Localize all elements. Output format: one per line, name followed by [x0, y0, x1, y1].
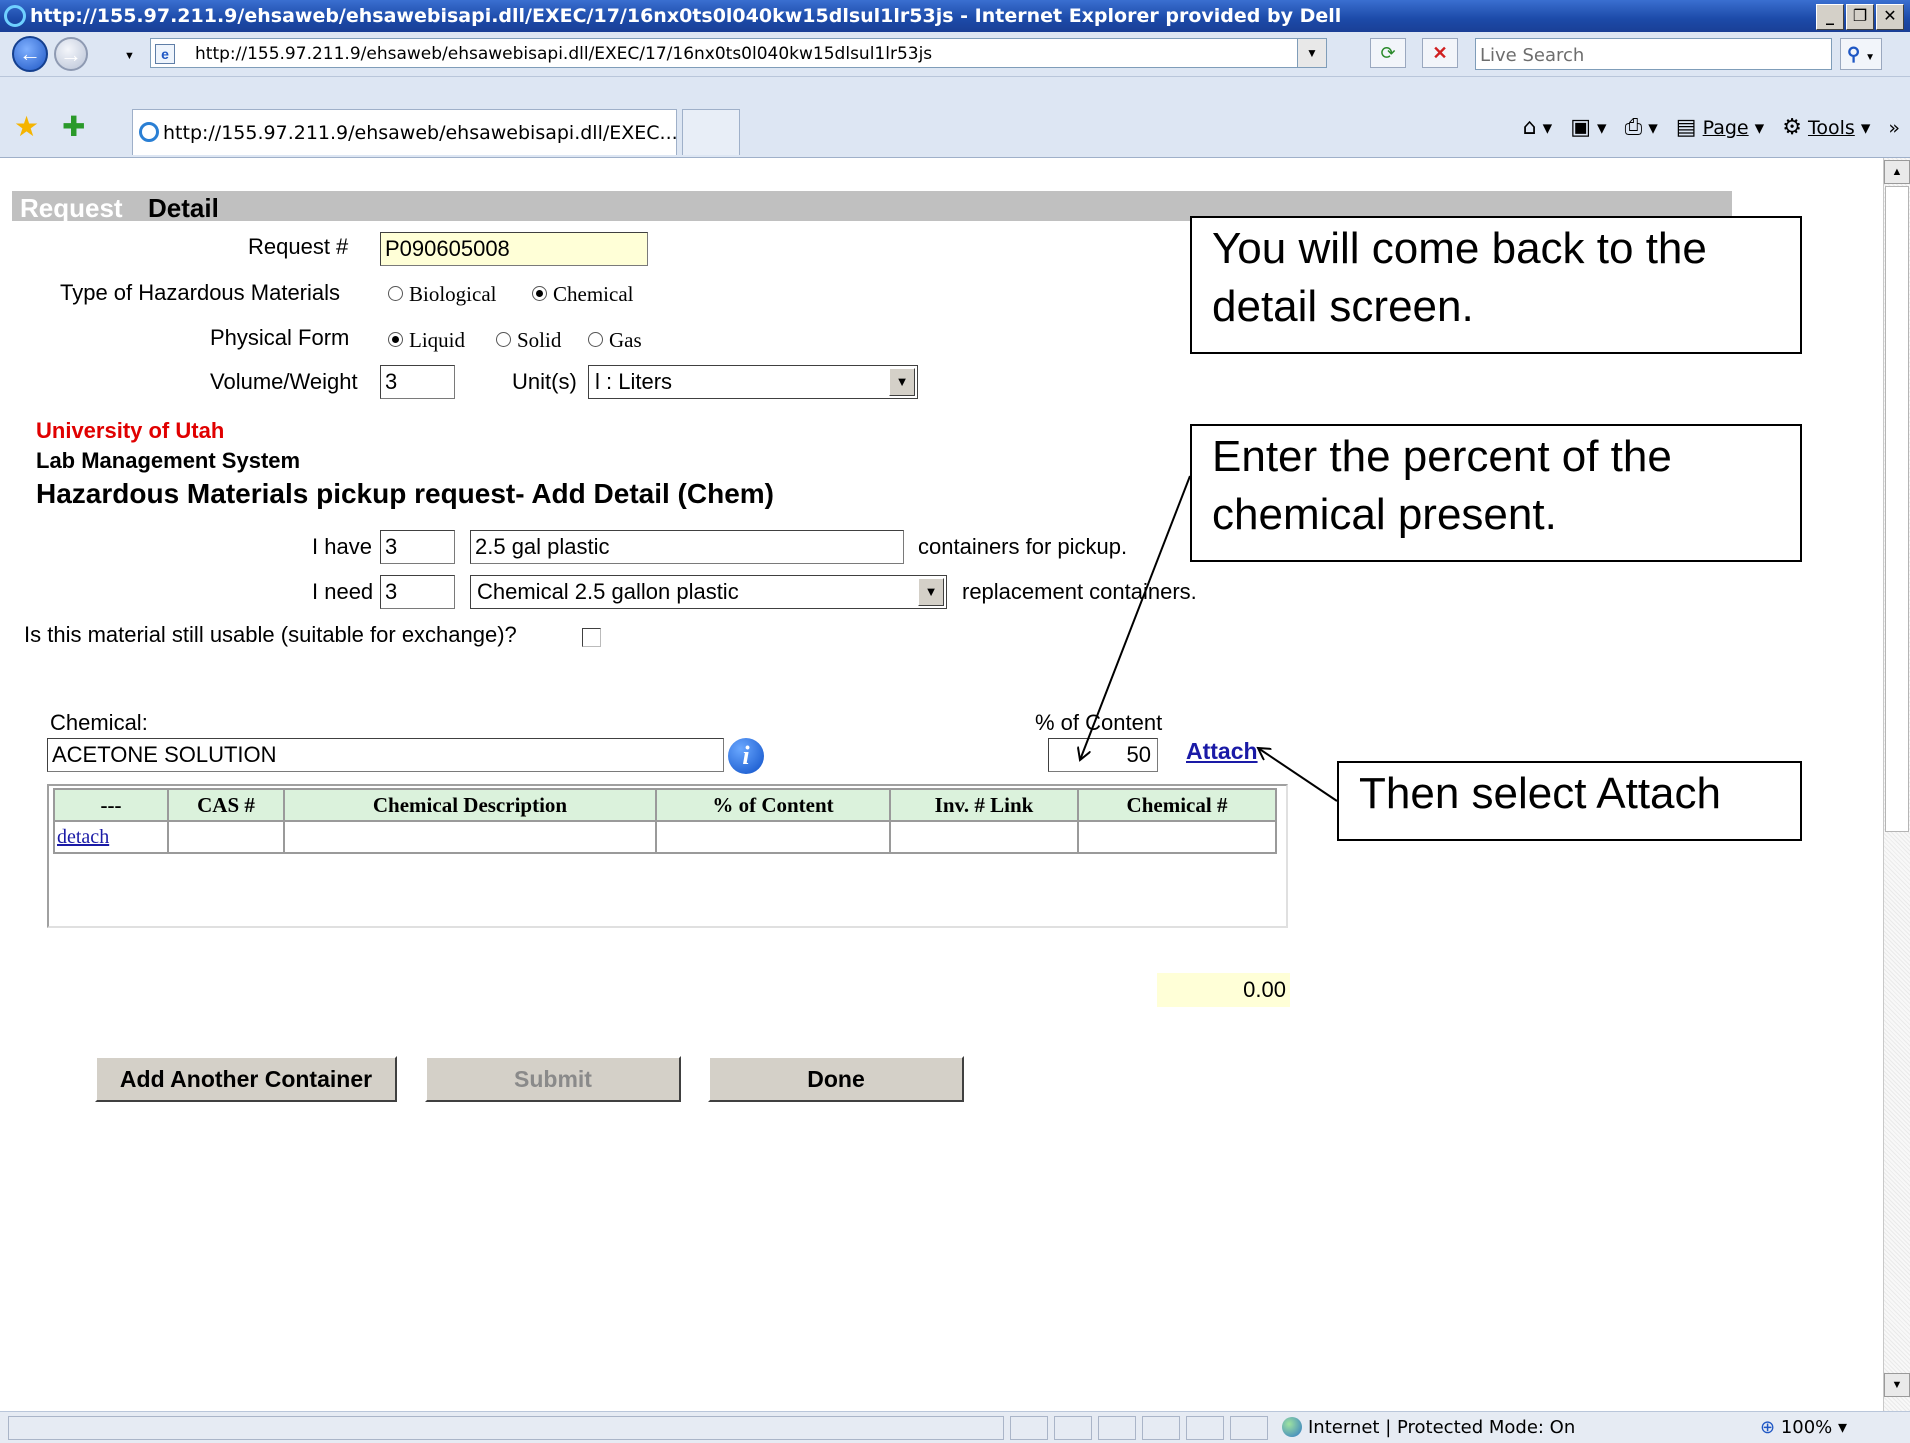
restore-button[interactable]: ❐ — [1846, 4, 1874, 30]
security-zone-text: Internet | Protected Mode: On — [1308, 1417, 1576, 1438]
stop-button[interactable]: ✕ — [1422, 38, 1458, 68]
ie-logo-icon — [139, 122, 159, 142]
status-segment — [1230, 1416, 1268, 1440]
command-overflow[interactable]: » — [1888, 117, 1900, 139]
back-button[interactable]: ← — [12, 36, 48, 72]
address-bar[interactable]: e http://155.97.211.9/ehsaweb/ehsawebisa… — [150, 38, 1327, 68]
forward-arrow-icon: → — [60, 42, 82, 67]
page-icon: ▤ — [1675, 115, 1697, 140]
address-text: http://155.97.211.9/ehsaweb/ehsawebisapi… — [195, 44, 933, 64]
stop-icon: ✕ — [1432, 43, 1448, 63]
window-title: http://155.97.211.9/ehsaweb/ehsawebisapi… — [30, 5, 1342, 27]
globe-icon — [1282, 1417, 1302, 1437]
page-menu-label: Page — [1702, 117, 1749, 139]
new-tab-button[interactable] — [682, 109, 740, 155]
refresh-icon: ⟳ — [1380, 43, 1396, 63]
navigation-bar: ← → ▼ e http://155.97.211.9/ehsaweb/ehsa… — [0, 32, 1910, 77]
scroll-up-button[interactable]: ▲ — [1884, 160, 1910, 184]
address-dropdown-button[interactable]: ▼ — [1297, 39, 1326, 67]
scroll-down-button[interactable]: ▼ — [1884, 1373, 1910, 1397]
feeds-icon: ▣ — [1570, 115, 1592, 140]
status-segment — [1142, 1416, 1180, 1440]
add-favorites-icon[interactable]: ✚ — [62, 113, 85, 141]
zoom-control[interactable]: ⊕ 100% ▾ — [1760, 1416, 1847, 1440]
search-placeholder: Live Search — [1480, 45, 1585, 66]
recent-pages-dropdown[interactable]: ▼ — [124, 50, 135, 62]
search-icon: ⚲ — [1846, 44, 1861, 64]
window-controls: _ ❐ ✕ — [1816, 4, 1904, 30]
tools-menu[interactable]: ⚙ Tools ▾ — [1782, 115, 1870, 140]
tab-bar: ★ ✚ http://155.97.211.9/ehsaweb/ehsawebi… — [0, 77, 1910, 158]
security-zone[interactable]: Internet | Protected Mode: On — [1282, 1416, 1575, 1440]
search-input[interactable]: Live Search — [1475, 38, 1832, 70]
status-segment — [1010, 1416, 1048, 1440]
refresh-button[interactable]: ⟳ — [1370, 38, 1406, 68]
minimize-button[interactable]: _ — [1816, 4, 1844, 30]
print-button[interactable]: ⎙ ▾ — [1625, 115, 1658, 140]
home-button[interactable]: ⌂ ▾ — [1523, 115, 1553, 140]
zoom-level: 100% — [1780, 1417, 1833, 1438]
tab-title: http://155.97.211.9/ehsaweb/ehsawebisapi… — [163, 122, 678, 144]
tools-gear-icon: ⚙ — [1782, 115, 1802, 140]
arrow-to-attach — [1258, 748, 1338, 802]
page-menu[interactable]: ▤ Page ▾ — [1676, 115, 1764, 140]
status-text-area — [8, 1416, 1004, 1440]
page-content: Request Detail Request # P090605008 Type… — [0, 158, 1883, 1411]
status-bar: Internet | Protected Mode: On ⊕ 100% ▾ — [0, 1411, 1910, 1443]
zoom-icon: ⊕ — [1760, 1417, 1776, 1438]
print-icon: ⎙ — [1624, 115, 1643, 140]
command-bar: ⌂ ▾ ▣ ▾ ⎙ ▾ ▤ Page ▾ ⚙ Tools ▾ » — [1523, 115, 1900, 140]
back-arrow-icon: ← — [19, 41, 41, 66]
favorites-star-icon[interactable]: ★ — [14, 113, 39, 141]
page-icon: e — [155, 44, 175, 64]
browser-tab[interactable]: http://155.97.211.9/ehsaweb/ehsawebisapi… — [132, 109, 678, 155]
close-button[interactable]: ✕ — [1876, 4, 1904, 30]
status-segment — [1054, 1416, 1092, 1440]
callout-arrows — [0, 475, 1338, 802]
feeds-button[interactable]: ▣ ▾ — [1570, 115, 1606, 140]
arrow-to-percent — [1080, 475, 1191, 760]
vertical-scrollbar[interactable]: ▲ ▼ — [1883, 158, 1910, 1411]
status-segment — [1186, 1416, 1224, 1440]
status-segment — [1098, 1416, 1136, 1440]
tools-menu-label: Tools — [1807, 117, 1855, 139]
window-title-bar: http://155.97.211.9/ehsaweb/ehsawebisapi… — [0, 0, 1910, 32]
home-icon: ⌂ — [1522, 115, 1537, 140]
ie-logo-icon — [4, 5, 26, 27]
search-button[interactable]: ⚲ ▼ — [1840, 38, 1882, 70]
scroll-thumb[interactable] — [1885, 186, 1909, 832]
forward-button[interactable]: → — [54, 37, 88, 71]
